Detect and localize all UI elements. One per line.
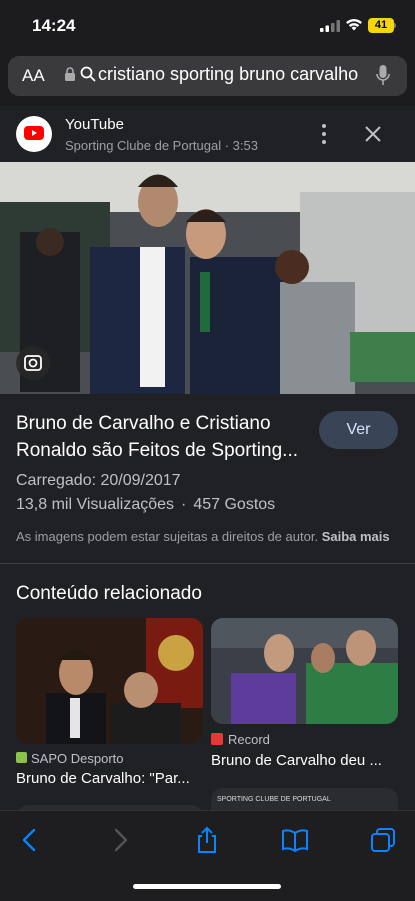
wifi-icon [346,19,362,31]
reader-options-button[interactable]: AA [22,66,45,86]
back-icon[interactable] [16,826,44,854]
bookmarks-icon[interactable] [281,826,309,854]
result-title[interactable]: Bruno de Carvalho e Cristiano Ronaldo sã… [16,410,311,464]
copyright-notice: As imagens podem estar sujeitas a direit… [16,529,390,544]
view-button[interactable]: Ver [319,411,398,449]
status-time: 14:24 [32,16,76,35]
forward-icon[interactable] [106,826,134,854]
divider [0,563,415,564]
lock-icon [65,67,75,81]
microphone-icon[interactable] [376,65,390,87]
related-card-image[interactable] [16,618,203,744]
tabs-icon[interactable] [369,826,397,854]
card-source: Record [228,732,270,747]
view-count: 13,8 mil Visualizações [16,496,175,513]
google-lens-button[interactable] [16,346,50,380]
source-name[interactable]: YouTube [65,116,124,133]
youtube-icon [24,126,44,140]
share-icon[interactable] [193,826,221,854]
result-stats: 13,8 mil Visualizações · 457 Gostos [16,496,275,514]
channel-info: Sporting Clube de Portugal · 3:53 [65,138,258,153]
card-source: SAPO Desporto [31,751,124,766]
more-options-icon[interactable] [316,122,332,146]
like-count: 457 Gostos [193,496,276,513]
card-title[interactable]: Bruno de Carvalho: "Par... [16,770,196,787]
url-text[interactable]: cristiano sporting bruno carvalho [98,64,363,85]
related-heading: Conteúdo relacionado [16,583,202,604]
home-indicator [133,884,281,889]
battery-indicator: 41 [368,18,394,33]
learn-more-link[interactable]: Saiba mais [322,529,390,544]
copyright-text: As imagens podem estar sujeitas a direit… [16,529,319,544]
upload-date: Carregado: 20/09/2017 [16,472,181,489]
search-icon [80,66,96,82]
cellular-signal-icon [320,20,340,32]
card-title[interactable]: Bruno de Carvalho deu ... [211,752,391,769]
result-image[interactable] [0,162,415,394]
card-banner-text: SPORTING CLUBE DE PORTUGAL [217,796,331,803]
related-card-image[interactable] [211,618,398,724]
separator: · [181,496,187,513]
close-icon[interactable] [362,123,384,145]
